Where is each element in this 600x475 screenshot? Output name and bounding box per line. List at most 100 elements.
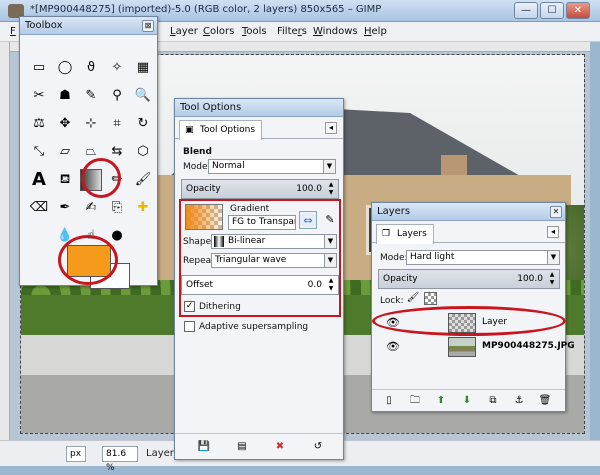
unit-select[interactable]: px (66, 446, 86, 462)
tool-options-titlebar: Tool Options (175, 99, 343, 117)
airbrush-icon[interactable]: ✒ (54, 197, 76, 219)
layer-highlight (372, 306, 566, 336)
chevron-down-icon: ▼ (547, 251, 559, 264)
toolbox-titlebar: Toolbox ⊠ (20, 17, 157, 35)
layer-row[interactable]: 👁 MP900448275.JPG (378, 335, 575, 359)
layers-dialog: Layers ✕ ❐ Layers ◂ Mode: Hard light ▼ O… (371, 202, 575, 412)
tab-layers-label: Layers (397, 229, 427, 239)
tab-menu-arrow-icon[interactable]: ◂ (325, 122, 337, 134)
shear-icon[interactable]: ▱ (54, 141, 76, 163)
vertical-ruler[interactable] (0, 42, 10, 440)
lower-layer-icon[interactable]: ⬇ (460, 394, 474, 408)
menu-filters[interactable]: Filters (277, 26, 307, 37)
clone-icon[interactable]: ⎘ (106, 197, 128, 219)
tool-name: Blend (183, 147, 212, 157)
ellipse-select-icon[interactable]: ◯ (54, 57, 76, 79)
zoom-select[interactable]: 81.6 % (102, 446, 138, 473)
options-highlight-box (179, 199, 341, 317)
opacity-label: Opacity (186, 184, 221, 194)
tab-menu-arrow-icon[interactable]: ◂ (547, 226, 559, 238)
raise-layer-icon[interactable]: ⬆ (434, 394, 448, 408)
lock-alpha-icon[interactable] (424, 292, 437, 305)
fuzzy-select-icon[interactable]: ✧ (106, 57, 128, 79)
layer-mode-select[interactable]: Hard light ▼ (406, 250, 560, 265)
foreground-color-highlight (58, 235, 118, 285)
tab-layers[interactable]: ❐ Layers (376, 224, 434, 244)
close-button[interactable]: ✕ (566, 2, 590, 19)
menu-file[interactable]: F (10, 26, 16, 37)
rect-select-icon[interactable]: ▭ (28, 57, 50, 79)
adaptive-supersampling-label: Adaptive supersampling (199, 322, 309, 332)
mode-value: Normal (212, 161, 245, 171)
duplicate-layer-icon[interactable]: ⧉ (486, 394, 500, 408)
minimize-button[interactable]: — (514, 2, 538, 19)
menu-help[interactable]: Help (364, 26, 387, 37)
layers-titlebar: Layers ✕ (372, 203, 565, 221)
new-layer-group-icon[interactable]: 🗀 (408, 394, 422, 408)
adaptive-supersampling-checkbox[interactable] (184, 321, 195, 332)
toolbox-dialog: Toolbox ⊠ ▭ ◯ ϑ ✧ ▦ ✂ ☗ ✎ ⚲ 🔍 ⚖ ✥ ⊹ ⌗ ↻ … (19, 16, 158, 289)
color-picker-icon[interactable]: ⚲ (106, 85, 128, 107)
spin-arrows-icon[interactable]: ▲ ▼ (547, 271, 557, 287)
free-select-icon[interactable]: ϑ (80, 57, 102, 79)
heal-icon[interactable]: ✚ (132, 197, 154, 219)
paintbrush-icon[interactable]: 🖌 (132, 169, 154, 191)
menu-windows[interactable]: Windows (313, 26, 358, 37)
paths-icon[interactable]: ✎ (80, 85, 102, 107)
tool-options-dialog: Tool Options ▣ Tool Options ◂ Blend Mode… (174, 98, 344, 460)
lock-label: Lock: (380, 296, 404, 306)
layer-mode-value: Hard light (410, 252, 455, 262)
menu-layer[interactable]: Layer (170, 26, 198, 37)
layer-opacity-label: Opacity (383, 274, 418, 284)
layers-title: Layers (377, 206, 411, 217)
lock-pixels-icon[interactable]: 🖌 (406, 291, 420, 305)
align-icon[interactable]: ⊹ (80, 113, 102, 135)
cage-icon[interactable]: ⬡ (132, 141, 154, 163)
window-title: *[MP900448275] (imported)-5.0 (RGB color… (30, 4, 382, 15)
scissors-icon[interactable]: ✂ (28, 85, 50, 107)
reset-options-icon[interactable]: ↺ (311, 440, 325, 454)
mode-label: Mode: (183, 162, 211, 172)
new-layer-icon[interactable]: ▯ (382, 394, 396, 408)
layers-tabbar: ❐ Layers ◂ (372, 221, 565, 244)
blend-tool-highlight (81, 158, 121, 198)
save-options-icon[interactable]: 💾 (197, 440, 211, 454)
layer-opacity-value: 100.0 (517, 274, 543, 284)
select-by-color-icon[interactable]: ▦ (132, 57, 154, 79)
delete-layer-icon[interactable]: 🗑 (538, 394, 552, 408)
scale-icon[interactable]: ⤡ (28, 141, 50, 163)
tool-options-footer: 💾 ▤ ✖ ↺ (175, 433, 343, 459)
restore-options-icon[interactable]: ▤ (235, 440, 249, 454)
spin-arrows-icon[interactable]: ▲ ▼ (326, 181, 336, 197)
measure-icon[interactable]: ⚖ (28, 113, 50, 135)
visibility-eye-icon[interactable]: 👁 (386, 340, 400, 353)
toolbox-close-button[interactable]: ⊠ (142, 20, 154, 32)
layer-mode-label: Mode: (380, 253, 408, 263)
layer-opacity-slider[interactable]: Opacity 100.0 ▲ ▼ (378, 269, 560, 289)
layers-tab-icon: ❐ (382, 229, 391, 239)
move-icon[interactable]: ✥ (54, 113, 76, 135)
layer-name: MP900448275.JPG (482, 341, 575, 351)
bucket-fill-icon[interactable]: ⛾ (54, 169, 76, 191)
layers-close-button[interactable]: ✕ (550, 206, 562, 218)
opacity-slider[interactable]: Opacity 100.0 ▲ ▼ (181, 179, 339, 199)
crop-icon[interactable]: ⌗ (106, 113, 128, 135)
tab-tool-options[interactable]: ▣ Tool Options (179, 120, 263, 140)
anchor-layer-icon[interactable]: ⚓ (512, 394, 526, 408)
mode-select[interactable]: Normal ▼ (208, 159, 336, 174)
tool-options-tabbar: ▣ Tool Options ◂ (175, 117, 343, 140)
rotate-icon[interactable]: ↻ (132, 113, 154, 135)
menu-tools[interactable]: Tools (242, 26, 267, 37)
ink-icon[interactable]: ✍ (80, 197, 102, 219)
tool-options-tab-icon: ▣ (185, 125, 194, 135)
menu-colors[interactable]: Colors (203, 26, 234, 37)
toolbox-title: Toolbox (25, 20, 63, 31)
maximize-button[interactable]: ☐ (540, 2, 564, 19)
chevron-down-icon: ▼ (323, 160, 335, 173)
eraser-icon[interactable]: ⌫ (28, 197, 50, 219)
zoom-icon[interactable]: 🔍 (132, 85, 154, 107)
text-icon[interactable]: A (28, 169, 50, 191)
layers-footer: ▯ 🗀 ⬆ ⬇ ⧉ ⚓ 🗑 (372, 389, 565, 411)
foreground-select-icon[interactable]: ☗ (54, 85, 76, 107)
delete-options-icon[interactable]: ✖ (273, 440, 287, 454)
